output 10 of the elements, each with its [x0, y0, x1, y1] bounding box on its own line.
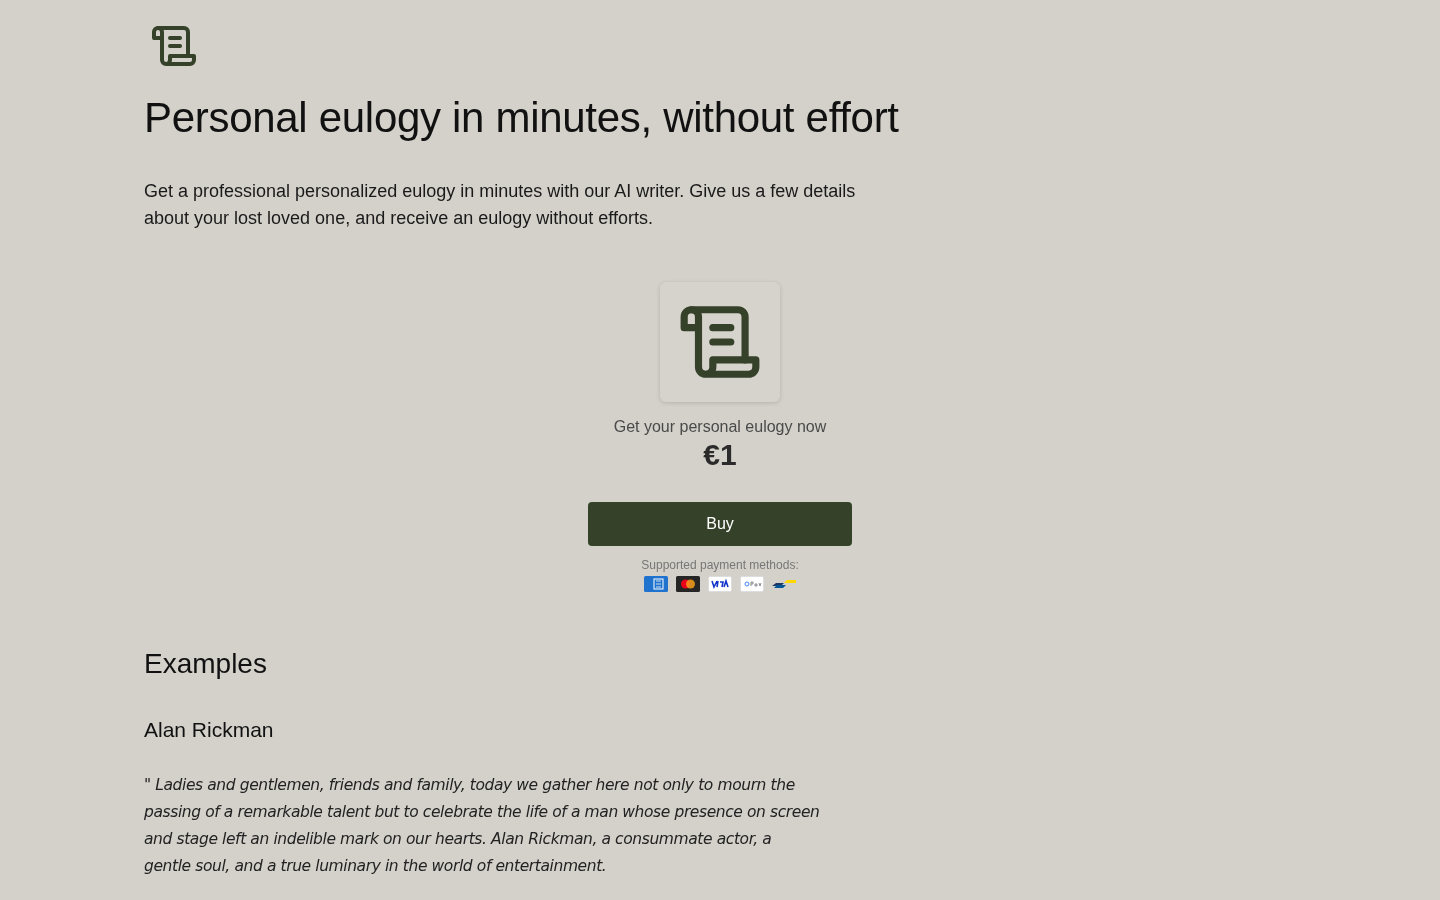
example-name: Alan Rickman — [144, 718, 275, 742]
page-title: Personal eulogy in minutes, without effort — [144, 94, 900, 142]
section-heading: Examples — [144, 648, 268, 680]
offer-caption: Get your personal eulogy now — [613, 418, 827, 436]
mastercard-icon — [676, 576, 700, 592]
buy-button[interactable]: Buy — [588, 502, 852, 546]
price: €1 — [703, 438, 737, 472]
eulogy-quote: " Ladies and gentlemen, friends and family, today we gather here not only to mourn the passing of a remarkable talent but to celebrate the life of a man whose presence on screen and stage left an indelible mark on our hearts. Alan Rickman, a consummate actor, a gentle soul, and a true luminary in the world of entertainment. — [144, 775, 821, 877]
payment-methods-label: Supported payment methods: — [641, 558, 799, 572]
description-paragraph: Get a professional personalized eulogy in minutes with our AI writer. Give us a few details about your lost loved one, and receive an eulogy without efforts. — [144, 180, 857, 230]
